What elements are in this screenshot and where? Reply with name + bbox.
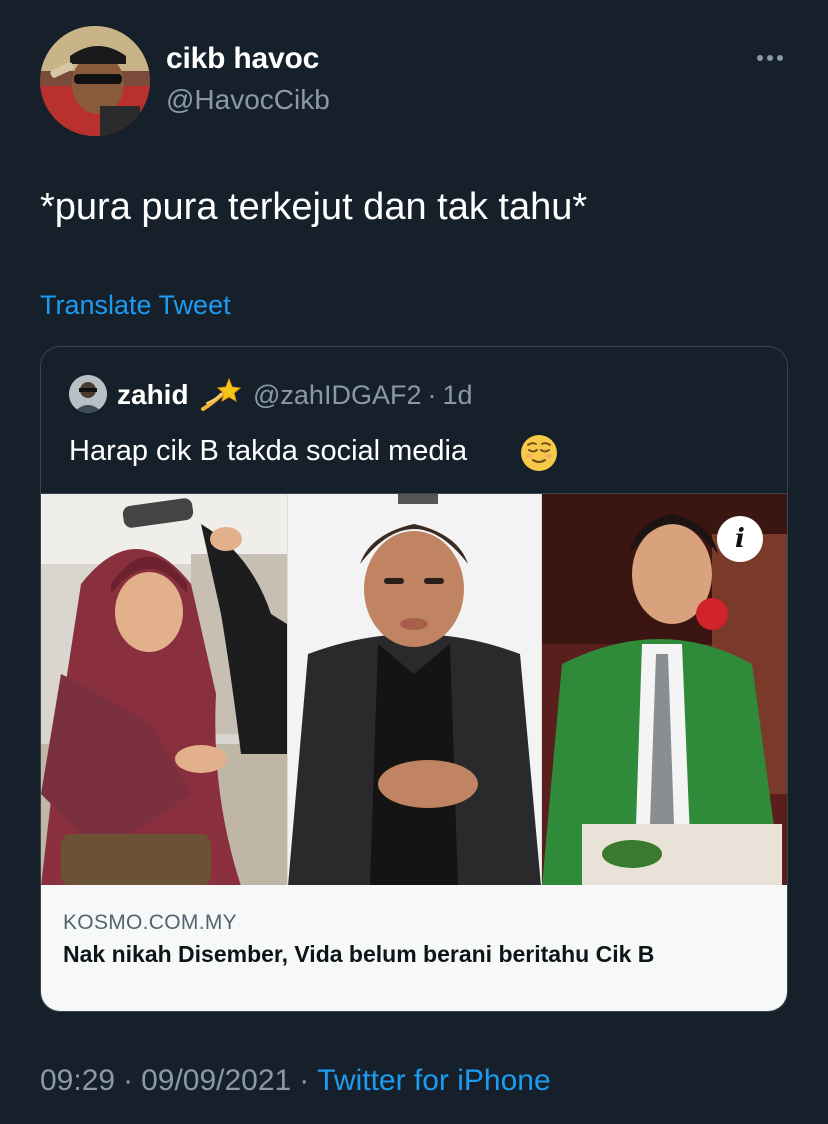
footer-separator: · [123,1064,134,1097]
author-avatar[interactable] [40,26,150,136]
tweet-source-link[interactable]: Twitter for iPhone [317,1064,550,1097]
quoted-author-handle[interactable]: @zahIDGAF2 [253,380,421,410]
quoted-avatar-photo [69,375,107,413]
info-icon[interactable]: i [717,516,763,562]
meta-separator: · [427,380,437,410]
dot [777,55,783,61]
relieved-face-emoji-icon [519,433,559,473]
dot [767,55,773,61]
link-card-title: Nak nikah Disember, Vida belum berani be… [63,941,655,967]
link-card-image[interactable]: i [41,493,787,885]
quoted-tweet[interactable]: zahid @zahIDGAF2 · 1d Harap cik B takda so… [40,346,788,1012]
quoted-author-avatar[interactable] [69,375,107,413]
quoted-author-name[interactable]: zahid [117,379,189,411]
footer-separator: · [299,1064,310,1097]
tweet-footer: 09:29 · 09/09/2021 · Twitter for iPhone [40,1064,551,1098]
tweet-date[interactable]: 09/09/2021 [141,1064,291,1097]
photo-person-in-vest [288,494,541,885]
link-card-meta[interactable]: KOSMO.COM.MY Nak nikah Disember, Vida be… [41,885,787,1011]
tweet-time[interactable]: 09:29 [40,1064,115,1097]
quoted-tweet-text: Harap cik B takda social media [69,435,468,467]
translate-tweet-link[interactable]: Translate Tweet [40,290,231,321]
quoted-tweet-time[interactable]: 1d [442,380,472,410]
dot [757,55,763,61]
quoted-tweet-meta: @zahIDGAF2 · 1d [253,380,473,411]
more-options-icon[interactable] [750,46,790,70]
tweet: cikb havoc @HavocCikb *pura pura terkeju… [0,0,828,1124]
dizzy-emoji-icon [199,373,242,415]
author-handle[interactable]: @HavocCikb [166,84,330,116]
tweet-text: *pura pura terkejut dan tak tahu* [40,186,588,228]
avatar-photo [40,26,150,136]
author-display-name[interactable]: cikb havoc [166,42,319,76]
photo-woman-in-hijab [41,494,287,885]
link-card-domain: KOSMO.COM.MY [63,911,237,934]
link-card[interactable]: i KOSMO.COM.MY Nak nikah Disember, Vida … [41,493,787,1011]
